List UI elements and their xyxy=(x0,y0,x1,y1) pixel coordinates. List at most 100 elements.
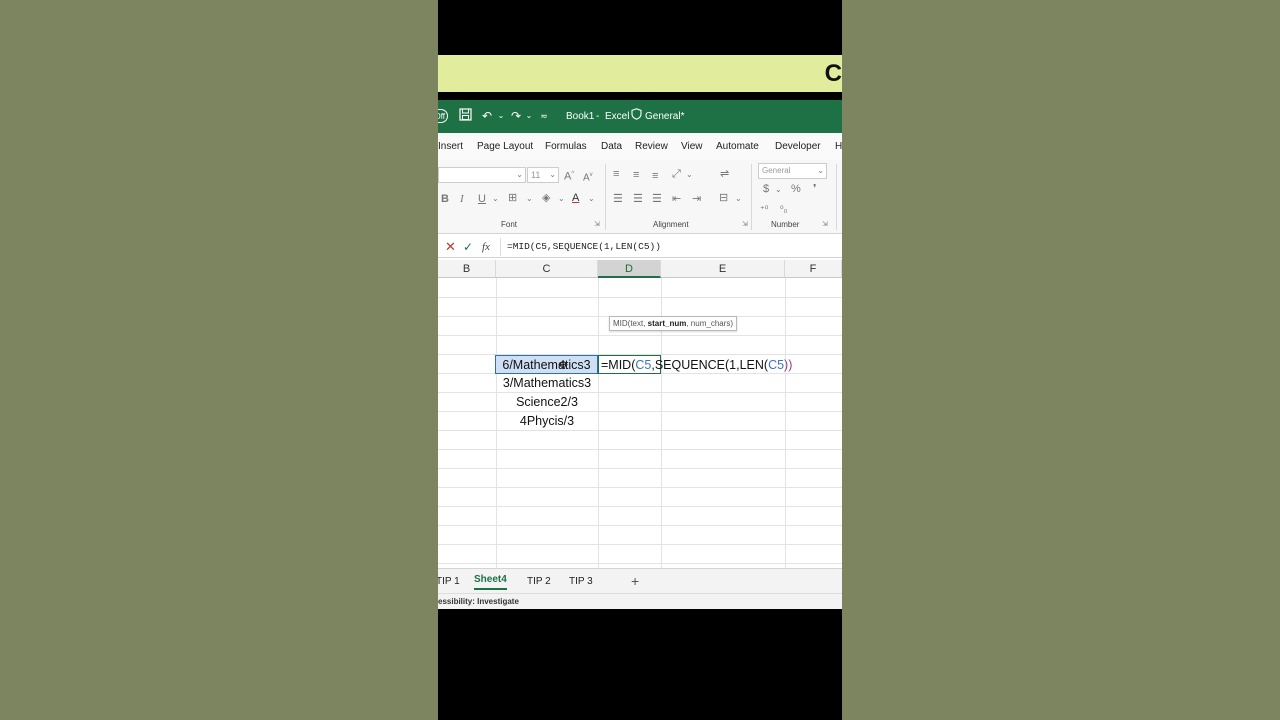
increase-font-icon[interactable]: A^ xyxy=(564,167,574,184)
italic-icon[interactable]: I xyxy=(460,192,464,206)
bold-icon[interactable]: B xyxy=(441,192,449,206)
ribbon: ⌄ 11 ⌄ A^ Av B I U ⌄ ⊞ ⌄ ◈ ⌄ A ⌄ Font ⇲ … xyxy=(438,160,842,234)
tab-automate[interactable]: Automate xyxy=(716,141,759,153)
customize-toolbar-icon[interactable]: ≂ xyxy=(536,108,552,124)
underline-dropdown-icon[interactable]: ⌄ xyxy=(492,192,499,206)
cursor-icon: ✥ xyxy=(557,358,569,372)
alignment-group-label: Alignment xyxy=(653,220,689,229)
add-sheet-button[interactable]: + xyxy=(631,572,639,590)
align-left-icon[interactable]: ☰ xyxy=(613,192,623,206)
gridline xyxy=(438,335,842,336)
orientation-dropdown-icon[interactable]: ⌄ xyxy=(686,168,693,182)
spreadsheet-grid: B C D E F 6/Mathematics3 3/Mathematics3 … xyxy=(438,260,842,570)
number-launcher-icon[interactable]: ⇲ xyxy=(822,218,828,232)
column-header-e[interactable]: E xyxy=(661,260,785,278)
tab-view[interactable]: View xyxy=(681,141,703,153)
decrease-indent-icon[interactable]: ⇤ xyxy=(672,192,681,206)
tab-developer[interactable]: Developer xyxy=(775,141,821,153)
gridline xyxy=(438,487,842,488)
tooltip-function: MID( xyxy=(613,319,631,328)
gridline xyxy=(438,506,842,507)
sheet-tab-tip2[interactable]: TIP 2 xyxy=(527,576,551,588)
formula-input[interactable]: =MID(C5,SEQUENCE(1,LEN(C5)) xyxy=(500,238,840,256)
fill-dropdown-icon[interactable]: ⌄ xyxy=(558,192,565,206)
orientation-icon[interactable]: ⤢ xyxy=(672,167,681,181)
underline-icon[interactable]: U xyxy=(478,192,486,206)
status-bar: essibility: Investigate xyxy=(438,593,842,609)
sheet-tabs: TIP 1 Sheet4 TIP 2 TIP 3 + xyxy=(438,568,842,594)
tab-insert[interactable]: Insert xyxy=(438,141,463,153)
cell-c7[interactable]: Science2/3 xyxy=(496,393,598,412)
column-header-c[interactable]: C xyxy=(496,260,598,278)
merge-dropdown-icon[interactable]: ⌄ xyxy=(735,192,742,206)
document-name: Book1 xyxy=(566,111,595,122)
font-launcher-icon[interactable]: ⇲ xyxy=(594,218,600,232)
font-color-icon[interactable]: A xyxy=(572,191,579,205)
cell-c6[interactable]: 3/Mathematics3 xyxy=(496,374,598,393)
borders-icon[interactable]: ⊞ xyxy=(508,191,517,205)
tooltip-arg-text[interactable]: text, xyxy=(630,319,647,328)
tooltip-arg-num-chars[interactable]: , num_chars) xyxy=(686,319,733,328)
background-left xyxy=(0,0,438,720)
ribbon-tabs: Insert Page Layout Formulas Data Review … xyxy=(438,133,842,160)
tab-help[interactable]: H xyxy=(835,141,842,153)
formula-bar: ✕ ✓ fx =MID(C5,SEQUENCE(1,LEN(C5)) xyxy=(438,237,842,258)
shield-icon xyxy=(628,108,644,124)
tab-review[interactable]: Review xyxy=(635,141,668,153)
sheet-tab-tip3[interactable]: TIP 3 xyxy=(569,576,593,588)
sensitivity-label[interactable]: General* xyxy=(645,110,684,124)
align-bottom-icon[interactable]: ≡ xyxy=(652,169,658,183)
align-right-icon[interactable]: ☰ xyxy=(652,192,662,206)
font-color-dropdown-icon[interactable]: ⌄ xyxy=(588,192,595,206)
sheet-tab-tip1[interactable]: TIP 1 xyxy=(438,576,460,588)
cell-d5-editing[interactable]: =MID(C5,SEQUENCE(1,LEN(C5)) xyxy=(598,355,792,374)
save-icon[interactable] xyxy=(457,108,473,124)
gridline xyxy=(438,468,842,469)
align-middle-icon[interactable]: ≡ xyxy=(633,168,639,182)
currency-icon[interactable]: $ xyxy=(763,182,769,196)
cell-c8[interactable]: 4Phycis/3 xyxy=(496,412,598,431)
align-top-icon[interactable]: ≡ xyxy=(613,167,619,181)
title-banner: C xyxy=(438,55,842,92)
enter-icon[interactable]: ✓ xyxy=(463,239,473,255)
wrap-text-icon[interactable]: ⇌ xyxy=(720,167,729,181)
number-group-label: Number xyxy=(771,220,800,229)
tooltip-arg-start-num[interactable]: start_num xyxy=(648,319,687,328)
font-size-box[interactable]: 11 ⌄ xyxy=(527,167,559,183)
decrease-decimal-icon[interactable]: ⁰₀ xyxy=(780,202,787,216)
insert-function-icon[interactable]: fx xyxy=(482,239,490,255)
percent-icon[interactable]: % xyxy=(791,182,801,196)
font-name-box[interactable]: ⌄ xyxy=(438,167,526,183)
cancel-icon[interactable]: ✕ xyxy=(445,239,456,255)
autosave-toggle[interactable]: Off xyxy=(438,109,448,123)
tab-formulas[interactable]: Formulas xyxy=(545,141,587,153)
title-separator: - xyxy=(596,111,600,122)
number-format-value: General xyxy=(762,166,791,175)
currency-dropdown-icon[interactable]: ⌄ xyxy=(775,183,782,197)
increase-decimal-icon[interactable]: ⁺⁰ xyxy=(760,202,768,216)
tab-data[interactable]: Data xyxy=(601,141,622,153)
fill-color-icon[interactable]: ◈ xyxy=(542,191,550,205)
excel-window: Off ↶ ⌄ ↷ ⌄ ≂ Book1 - Excel General* Ins… xyxy=(438,100,842,609)
column-header-d[interactable]: D xyxy=(598,260,661,278)
merge-center-icon[interactable]: ⊟ xyxy=(719,191,728,205)
app-name: Excel xyxy=(605,111,630,122)
formula-reference: C5 xyxy=(635,358,652,372)
redo-dropdown-icon[interactable]: ⌄ xyxy=(521,108,537,124)
alignment-launcher-icon[interactable]: ⇲ xyxy=(742,218,748,232)
sheet-tab-sheet4[interactable]: Sheet4 xyxy=(474,574,507,590)
decrease-font-icon[interactable]: Av xyxy=(583,168,593,185)
align-center-icon[interactable]: ☰ xyxy=(633,192,643,206)
accessibility-status[interactable]: essibility: Investigate xyxy=(438,597,519,606)
font-group-label: Font xyxy=(501,220,518,229)
comma-style-icon[interactable]: ❜ xyxy=(813,182,817,196)
number-format-box[interactable]: General ⌄ xyxy=(758,163,827,179)
cell-c5[interactable]: 6/Mathematics3 xyxy=(495,355,598,374)
increase-indent-icon[interactable]: ⇥ xyxy=(692,192,701,206)
column-header-f[interactable]: F xyxy=(785,260,842,278)
undo-dropdown-icon[interactable]: ⌄ xyxy=(493,108,509,124)
column-header-b[interactable]: B xyxy=(438,260,496,278)
tab-page-layout[interactable]: Page Layout xyxy=(477,141,533,153)
gridline xyxy=(598,278,599,570)
borders-dropdown-icon[interactable]: ⌄ xyxy=(526,192,533,206)
